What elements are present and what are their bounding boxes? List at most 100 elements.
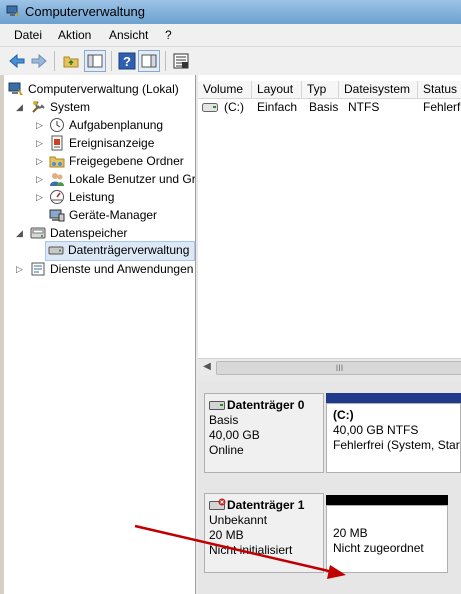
tree-item-dienste[interactable]: ▷ Dienste und Anwendungen bbox=[6, 260, 193, 278]
menu-aktion[interactable]: Aktion bbox=[58, 28, 91, 42]
help-icon[interactable]: ? bbox=[118, 52, 136, 70]
expand-arrow-icon[interactable]: ▷ bbox=[36, 116, 45, 134]
drive-icon bbox=[202, 103, 218, 112]
disk-0-state: Online bbox=[209, 443, 244, 457]
expand-arrow-icon[interactable]: ▷ bbox=[36, 152, 45, 170]
partition-bar-primary bbox=[326, 393, 461, 403]
tree-label: Dienste und Anwendungen bbox=[50, 262, 194, 276]
partition-c-name: (C:) bbox=[333, 408, 354, 422]
tree-item-ereignisanzeige[interactable]: ▷ Ereignisanzeige bbox=[6, 134, 193, 152]
show-hide-tree-icon[interactable] bbox=[84, 50, 106, 72]
menu-bar: Datei Aktion Ansicht ? bbox=[0, 24, 461, 46]
shared-folder-icon bbox=[49, 156, 65, 168]
disk-icon bbox=[209, 401, 225, 410]
tree-item-freigegebene-ordner[interactable]: ▷ Freigegebene Ordner bbox=[6, 152, 193, 170]
toolbar-separator bbox=[165, 51, 166, 71]
column-header-dateisystem[interactable]: Dateisystem bbox=[339, 81, 418, 98]
disk-graphical-view: Datenträger 0 Basis 40,00 GB Online (C:)… bbox=[198, 381, 461, 594]
tree-item-lokale-benutzer[interactable]: ▷ Lokale Benutzer und Gru bbox=[6, 170, 196, 188]
expand-arrow-icon[interactable]: ▷ bbox=[36, 188, 45, 206]
back-arrow-icon[interactable] bbox=[8, 52, 26, 70]
tree-item-leistung[interactable]: ▷ Leistung bbox=[6, 188, 193, 206]
toolbar: ? bbox=[0, 46, 461, 76]
partition-bar-unallocated bbox=[326, 495, 448, 505]
tree-item-geraete-manager[interactable]: Geräte-Manager bbox=[6, 206, 193, 224]
tree-item-system[interactable]: ◢ System bbox=[6, 98, 193, 116]
disk-1-name: Datenträger 1 bbox=[227, 498, 305, 512]
column-header-status[interactable]: Status bbox=[418, 81, 461, 98]
disk-0-type: Basis bbox=[209, 413, 239, 427]
tree-label: Freigegebene Ordner bbox=[69, 154, 184, 168]
device-manager-icon bbox=[49, 209, 65, 222]
table-row[interactable]: (C:) Einfach Basis NTFS Fehlerf bbox=[198, 99, 461, 116]
performance-icon bbox=[50, 190, 64, 204]
disk-management-pane: Volume Layout Typ Dateisystem Status (C:… bbox=[198, 75, 461, 594]
cell-volume: (C:) bbox=[224, 100, 244, 114]
tree-label: Leistung bbox=[69, 190, 115, 204]
tree-item-aufgabenplanung[interactable]: ▷ Aufgabenplanung bbox=[6, 116, 193, 134]
up-folder-icon[interactable] bbox=[62, 52, 80, 70]
expand-arrow-icon[interactable]: ▷ bbox=[36, 134, 45, 152]
tree-label: Datenträgerverwaltung bbox=[68, 243, 190, 257]
expand-arrow-icon[interactable]: ▷ bbox=[16, 260, 25, 278]
properties-icon[interactable] bbox=[172, 52, 190, 70]
menu-datei[interactable]: Datei bbox=[14, 28, 42, 42]
tools-icon bbox=[32, 101, 45, 113]
title-bar[interactable]: Computerverwaltung bbox=[0, 0, 461, 24]
unallocated-size: 20 MB bbox=[333, 526, 368, 540]
expand-arrow-icon[interactable]: ▷ bbox=[36, 170, 45, 188]
toolbar-separator bbox=[111, 51, 112, 71]
show-action-pane-icon[interactable] bbox=[138, 50, 160, 72]
partition-c-size: 40,00 GB NTFS bbox=[333, 423, 419, 437]
unallocated-status: Nicht zugeordnet bbox=[333, 541, 424, 555]
disk-management-icon bbox=[48, 246, 64, 255]
volume-table-header: Volume Layout Typ Dateisystem Status bbox=[198, 81, 461, 99]
tree-label: Datenspeicher bbox=[50, 226, 128, 240]
column-header-typ[interactable]: Typ bbox=[302, 81, 339, 98]
partition-c[interactable]: (C:) 40,00 GB NTFS Fehlerfrei (System, S… bbox=[326, 403, 461, 473]
disk-0-size: 40,00 GB bbox=[209, 428, 260, 442]
tree-label: System bbox=[50, 100, 91, 114]
event-viewer-icon bbox=[51, 135, 63, 151]
tree-item-datentraegerverwaltung[interactable]: Datenträgerverwaltung bbox=[45, 241, 195, 261]
forward-arrow-icon[interactable] bbox=[30, 52, 48, 70]
tree-label: Aufgabenplanung bbox=[69, 118, 164, 132]
toolbar-separator bbox=[54, 51, 55, 71]
disk-0-name: Datenträger 0 bbox=[227, 398, 305, 412]
svg-text:?: ? bbox=[123, 54, 131, 69]
collapse-arrow-icon[interactable]: ◢ bbox=[16, 224, 25, 242]
tree-item-root[interactable]: Computerverwaltung (Lokal) bbox=[6, 80, 193, 98]
disk-1-label[interactable]: Datenträger 1 Unbekannt 20 MB Nicht init… bbox=[204, 493, 324, 573]
navigation-tree: Computerverwaltung (Lokal) ◢ System ▷ Au… bbox=[4, 75, 196, 594]
partition-unallocated[interactable]: 20 MB Nicht zugeordnet bbox=[326, 505, 448, 573]
menu-help[interactable]: ? bbox=[165, 28, 172, 42]
menu-ansicht[interactable]: Ansicht bbox=[109, 28, 148, 42]
horizontal-scrollbar[interactable]: ◀ III bbox=[198, 358, 461, 376]
cell-dateisystem: NTFS bbox=[348, 100, 380, 114]
tree-item-datenspeicher[interactable]: ◢ Datenspeicher bbox=[6, 224, 193, 242]
cell-status: Fehlerf bbox=[423, 100, 461, 114]
partition-c-status: Fehlerfrei (System, Startp bbox=[333, 438, 461, 452]
disk-warning-icon bbox=[209, 498, 226, 510]
disk-0-label[interactable]: Datenträger 0 Basis 40,00 GB Online bbox=[204, 393, 324, 473]
computer-management-icon bbox=[8, 82, 23, 95]
column-header-layout[interactable]: Layout bbox=[252, 81, 302, 98]
collapse-arrow-icon[interactable]: ◢ bbox=[16, 98, 25, 116]
cell-typ: Basis bbox=[309, 100, 339, 114]
tree-label: Ereignisanzeige bbox=[69, 136, 155, 150]
scrollbar-thumb[interactable]: III bbox=[216, 361, 461, 375]
services-icon bbox=[31, 262, 45, 276]
storage-icon bbox=[30, 227, 46, 239]
users-icon bbox=[50, 173, 64, 186]
tree-label: Computerverwaltung (Lokal) bbox=[28, 82, 179, 96]
disk-1-state: Nicht initialisiert bbox=[209, 543, 293, 557]
clock-icon bbox=[50, 118, 64, 132]
scroll-left-arrow-icon[interactable]: ◀ bbox=[200, 360, 214, 374]
disk-1-size: 20 MB bbox=[209, 528, 244, 542]
window-title: Computerverwaltung bbox=[25, 4, 145, 19]
tree-label: Geräte-Manager bbox=[69, 208, 158, 222]
column-header-volume[interactable]: Volume bbox=[198, 81, 252, 98]
cell-layout: Einfach bbox=[257, 100, 298, 114]
disk-1-type: Unbekannt bbox=[209, 513, 268, 527]
tree-label: Lokale Benutzer und Gru bbox=[69, 172, 196, 186]
